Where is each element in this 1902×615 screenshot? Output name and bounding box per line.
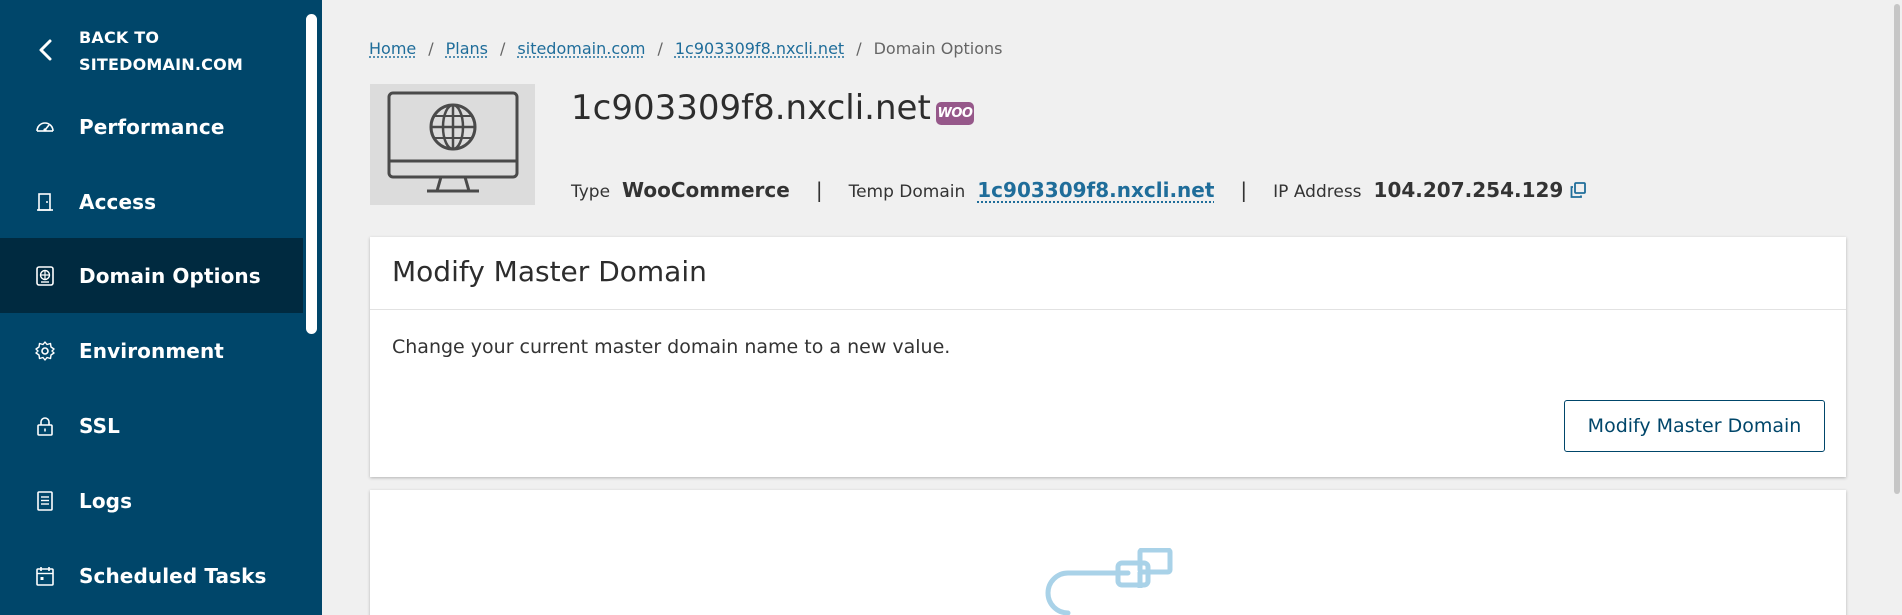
breadcrumb-plans-link[interactable]: Plans — [446, 39, 488, 58]
modify-master-domain-button[interactable]: Modify Master Domain — [1564, 400, 1825, 452]
sidebar-item-label: Access — [79, 190, 156, 214]
card-description: Change your current master domain name t… — [392, 336, 950, 358]
domains-card — [370, 490, 1846, 615]
calendar-icon — [34, 565, 56, 587]
sidebar-item-label: Logs — [79, 489, 132, 513]
speedometer-icon — [34, 116, 56, 138]
page-title: 1c903309f8.nxcli.net — [571, 88, 931, 128]
page-scrollbar-thumb[interactable] — [1894, 4, 1900, 494]
meta-divider: | — [1240, 178, 1247, 202]
document-icon — [34, 490, 56, 512]
breadcrumb-current: Domain Options — [874, 39, 1003, 58]
ip-address-label: IP Address — [1273, 182, 1361, 202]
breadcrumb: Home / Plans / sitedomain.com / 1c903309… — [369, 39, 1002, 58]
monitor-globe-icon — [387, 89, 519, 201]
page-scrollbar[interactable] — [1892, 0, 1902, 615]
breadcrumb-separator: / — [428, 39, 433, 58]
ip-address-value: 104.207.254.129 — [1374, 178, 1564, 202]
sidebar-item-label: Scheduled Tasks — [79, 564, 267, 588]
back-to-site-link[interactable]: BACK TO SITEDOMAIN.COM — [0, 24, 300, 80]
chevron-left-icon — [34, 38, 58, 62]
type-value: WooCommerce — [622, 178, 790, 202]
copy-icon[interactable] — [1569, 181, 1587, 199]
sidebar-item-logs[interactable]: Logs — [0, 463, 303, 538]
modify-master-domain-card: Modify Master Domain Change your current… — [370, 237, 1846, 477]
back-label-line2: SITEDOMAIN.COM — [79, 51, 243, 78]
sidebar-item-label: Environment — [79, 339, 224, 363]
breadcrumb-home-link[interactable]: Home — [369, 39, 416, 58]
card-divider — [370, 309, 1846, 310]
sidebar-item-label: Performance — [79, 115, 225, 139]
sidebar-item-scheduled-tasks[interactable]: Scheduled Tasks — [0, 538, 303, 613]
sidebar-scrollbar[interactable] — [306, 14, 317, 334]
site-meta: Type WooCommerce | Temp Domain 1c903309f… — [571, 178, 1587, 202]
sidebar-item-environment[interactable]: Environment — [0, 313, 303, 388]
sidebar-item-performance[interactable]: Performance — [0, 89, 303, 164]
back-label-line1: BACK TO — [79, 24, 243, 51]
sidebar-item-access[interactable]: Access — [0, 164, 303, 239]
breadcrumb-separator: / — [657, 39, 662, 58]
sidebar-item-domain-options[interactable]: Domain Options — [0, 238, 303, 313]
sidebar-item-label: Domain Options — [79, 264, 261, 288]
temp-domain-label: Temp Domain — [849, 182, 966, 202]
site-thumbnail — [370, 84, 535, 205]
breadcrumb-separator: / — [856, 39, 861, 58]
breadcrumb-separator: / — [500, 39, 505, 58]
back-label: BACK TO SITEDOMAIN.COM — [79, 24, 243, 78]
gear-icon — [34, 340, 56, 362]
sidebar: BACK TO SITEDOMAIN.COM Performance Acces… — [0, 0, 322, 615]
breadcrumb-site-link[interactable]: 1c903309f8.nxcli.net — [675, 39, 844, 58]
card-title: Modify Master Domain — [392, 255, 707, 288]
breadcrumb-sitedomain-link[interactable]: sitedomain.com — [517, 39, 645, 58]
door-icon — [34, 191, 56, 213]
woocommerce-badge: WOO — [936, 102, 974, 125]
meta-divider: | — [816, 178, 823, 202]
network-illustration-icon — [1038, 548, 1178, 615]
type-label: Type — [571, 182, 610, 202]
globe-icon — [34, 265, 56, 287]
temp-domain-link[interactable]: 1c903309f8.nxcli.net — [977, 178, 1214, 202]
sidebar-item-ssl[interactable]: SSL — [0, 388, 303, 463]
sidebar-item-label: SSL — [79, 414, 120, 438]
lock-icon — [34, 415, 56, 437]
